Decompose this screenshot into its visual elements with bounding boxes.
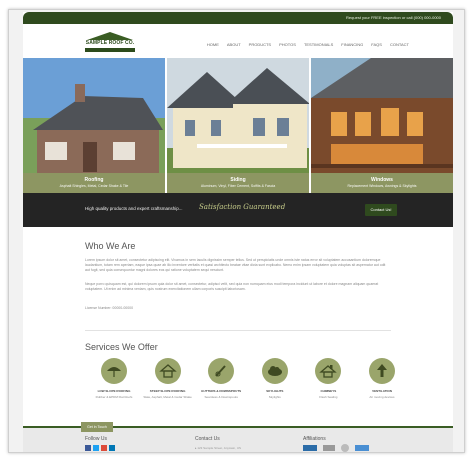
service-title: Skylights	[266, 389, 284, 393]
logo-text: SAMPLE ROOF CO.	[85, 40, 135, 46]
hero-title: Siding	[230, 177, 246, 183]
linkedin-icon[interactable]	[109, 445, 115, 451]
facebook-icon[interactable]	[85, 445, 91, 451]
service-desc: Flash Sealing	[319, 395, 338, 399]
affiliations-heading: Affiliations	[303, 436, 326, 442]
nav-photos[interactable]: Photos	[279, 42, 296, 47]
roof-logo-icon	[87, 32, 133, 40]
affiliate-logo[interactable]	[303, 445, 317, 451]
service-title: Steep Slope Roofing	[149, 389, 186, 393]
top-bar-text: Request your FREE inspection or call (00…	[346, 15, 441, 20]
service-title: Chimneys	[320, 389, 337, 393]
promo-banner: High quality products and expert craftsm…	[23, 193, 453, 227]
hero-gallery: Roofing Asphalt Shingles, Metal, Cedar S…	[23, 58, 453, 193]
service-desc: Air moving devices	[369, 395, 395, 399]
screenshot-frame: Request your FREE inspection or call (00…	[8, 9, 465, 453]
services-heading: Services We Offer	[85, 342, 158, 352]
service-desc: Skylights	[268, 395, 281, 399]
hero-roofing[interactable]: Roofing Asphalt Shingles, Metal, Cedar S…	[23, 58, 165, 193]
nav-financing[interactable]: Financing	[341, 42, 363, 47]
arrow-up-icon	[368, 358, 395, 384]
service-title: Ventilation	[372, 389, 392, 393]
service-title: Gutters & Downspouts	[201, 389, 242, 393]
hero-subtitle: Replacement Windows, Awnings & Skylights	[347, 184, 417, 188]
nav-about[interactable]: About	[227, 42, 241, 47]
hero-title: Windows	[371, 177, 393, 183]
service-title: Low Slope Roofing	[97, 389, 131, 393]
affiliate-seal-icon[interactable]	[341, 444, 349, 452]
nav-faqs[interactable]: Faqs	[371, 42, 382, 47]
hero-caption: Roofing Asphalt Shingles, Metal, Cedar S…	[23, 173, 165, 193]
get-in-touch-tab[interactable]: Get In Touch	[81, 422, 113, 432]
service-item[interactable]: Ventilation Air moving devices	[357, 358, 407, 418]
main-nav: Home About Products Photos Testimonials …	[207, 42, 409, 47]
twitter-icon[interactable]	[93, 445, 99, 451]
follow-us-heading: Follow Us	[85, 436, 107, 442]
hero-caption: Windows Replacement Windows, Awnings & S…	[311, 173, 453, 193]
contact-address: ▸ 123 Sample Street, Anytown, US	[195, 446, 242, 450]
section-divider	[85, 330, 391, 331]
who-paragraph-1: Lorem ipsum dolor sit amet, consectetur …	[85, 258, 386, 272]
hero-siding[interactable]: Siding Aluminum, Vinyl, Fiber Cement, So…	[165, 58, 309, 193]
website-page: Request your FREE inspection or call (00…	[23, 12, 453, 452]
gutter-icon	[208, 358, 235, 384]
banner-text: High quality products and expert craftsm…	[85, 206, 183, 211]
affiliate-logo[interactable]	[323, 445, 335, 451]
affiliation-logos	[303, 444, 369, 452]
google-plus-icon[interactable]	[101, 445, 107, 451]
service-item[interactable]: Low Slope Roofing Rubber & EPDM Flat Roo…	[89, 358, 139, 418]
hero-title: Roofing	[84, 177, 104, 183]
site-header: SAMPLE ROOF CO. Home About Products Phot…	[23, 24, 453, 58]
services-list: Low Slope Roofing Rubber & EPDM Flat Roo…	[89, 358, 407, 418]
service-desc: Seamless & Downspouts	[204, 395, 238, 399]
service-item[interactable]: Chimneys Flash Sealing	[303, 358, 353, 418]
chimney-icon	[315, 358, 342, 384]
umbrella-icon	[101, 358, 127, 384]
cloud-icon	[261, 358, 288, 384]
banner-slogan: Satisfaction Guaranteed	[199, 203, 286, 211]
hero-subtitle: Aluminum, Vinyl, Fiber Cement, Soffits &…	[200, 184, 276, 188]
contact-us-heading: Contact Us	[195, 436, 220, 442]
service-desc: Slate, Asphalt, Metal & Cedar Shake	[143, 395, 192, 399]
contact-us-button[interactable]: Contact Us!	[365, 204, 397, 216]
who-paragraph-2: Neque porro quisquam est, qui dolorem ip…	[85, 282, 379, 291]
license-number: License Number: 00000-00000	[85, 306, 134, 310]
who-we-are-heading: Who We Are	[85, 241, 136, 251]
nav-contact[interactable]: Contact	[390, 42, 409, 47]
top-bar: Request your FREE inspection or call (00…	[23, 12, 453, 24]
service-item[interactable]: Skylights Skylights	[250, 358, 300, 418]
site-footer: Get In Touch Follow Us Contact Us Affili…	[23, 422, 453, 452]
affiliate-logo[interactable]	[355, 445, 369, 451]
nav-products[interactable]: Products	[249, 42, 271, 47]
service-item[interactable]: Steep Slope Roofing Slate, Asphalt, Meta…	[143, 358, 193, 418]
social-links	[85, 445, 115, 451]
house-icon	[154, 358, 181, 384]
site-logo[interactable]: SAMPLE ROOF CO.	[85, 32, 135, 52]
hero-windows[interactable]: Windows Replacement Windows, Awnings & S…	[309, 58, 453, 193]
service-item[interactable]: Gutters & Downspouts Seamless & Downspou…	[196, 358, 246, 418]
nav-testimonials[interactable]: Testimonials	[304, 42, 333, 47]
nav-home[interactable]: Home	[207, 42, 219, 47]
hero-caption: Siding Aluminum, Vinyl, Fiber Cement, So…	[167, 173, 309, 193]
service-desc: Rubber & EPDM Flat Roofs	[95, 395, 133, 399]
hero-subtitle: Asphalt Shingles, Metal, Cedar Shake & T…	[59, 184, 129, 188]
